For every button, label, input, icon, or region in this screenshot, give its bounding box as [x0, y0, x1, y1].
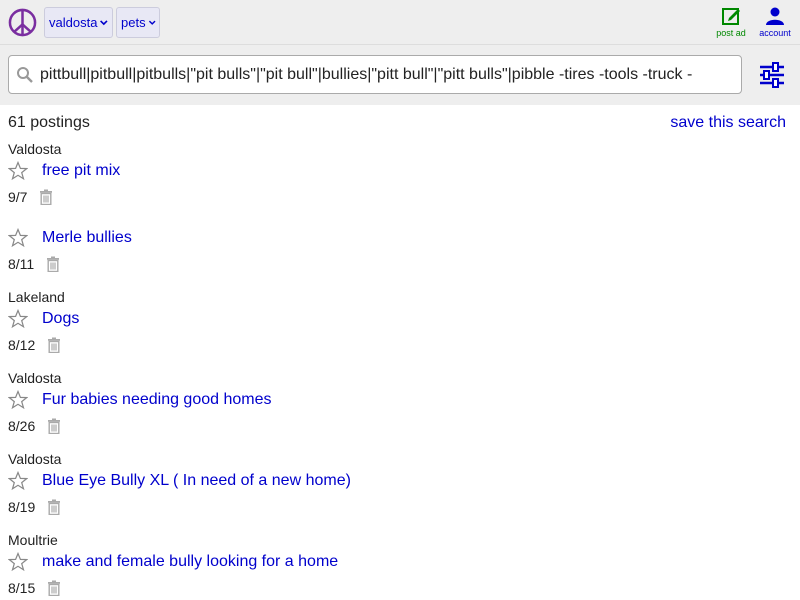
star-icon[interactable] [8, 309, 28, 329]
trash-icon[interactable] [46, 256, 60, 272]
search-bar: pittbull|pitbull|pitbulls|"pit bulls"|"p… [0, 45, 800, 105]
star-icon[interactable] [8, 471, 28, 491]
posting-location: Valdosta [8, 451, 62, 467]
filter-sliders-icon[interactable] [758, 61, 786, 89]
list-item: Valdosta free pit mix 9/7 [8, 141, 788, 205]
star-icon[interactable] [8, 228, 28, 248]
post-ad-button[interactable]: post ad [712, 6, 750, 38]
save-search-link[interactable]: save this search [670, 114, 786, 132]
chevron-down-icon [100, 20, 108, 26]
list-item: Lakeland Dogs 8/12 [8, 289, 788, 353]
trash-icon[interactable] [47, 337, 61, 353]
posting-title-link[interactable]: Dogs [42, 310, 79, 328]
trash-icon[interactable] [47, 499, 61, 515]
list-item: Valdosta Fur babies needing good homes 8… [8, 370, 788, 434]
city-dropdown-label: valdosta [49, 15, 98, 30]
search-input[interactable]: pittbull|pitbull|pitbulls|"pit bulls"|"p… [8, 55, 742, 94]
posting-date: 8/12 [8, 337, 36, 353]
posting-date: 8/26 [8, 418, 36, 434]
posting-location [8, 208, 788, 224]
posting-date: 8/19 [8, 499, 36, 515]
star-icon[interactable] [8, 552, 28, 572]
list-item: Merle bullies 8/11 [8, 208, 788, 272]
posting-title-link[interactable]: Fur babies needing good homes [42, 391, 272, 409]
top-bar: valdosta pets post ad account [0, 0, 800, 45]
posting-date: 9/7 [8, 189, 28, 205]
trash-icon[interactable] [47, 580, 61, 596]
posting-title-link[interactable]: make and female bully looking for a home [42, 553, 338, 571]
posting-location: Moultrie [8, 532, 58, 548]
posting-title-link[interactable]: Merle bullies [42, 229, 132, 247]
list-item: Moultrie make and female bully looking f… [8, 532, 788, 596]
account-button[interactable]: account [754, 6, 796, 38]
posting-location: Valdosta [8, 370, 62, 386]
peace-sign-icon[interactable] [8, 8, 37, 37]
category-dropdown-label: pets [121, 15, 146, 30]
category-dropdown[interactable]: pets [116, 7, 160, 38]
list-item: Valdosta Blue Eye Bully XL ( In need of … [8, 451, 788, 515]
star-icon[interactable] [8, 161, 28, 181]
trash-icon[interactable] [39, 189, 53, 205]
star-icon[interactable] [8, 390, 28, 410]
posting-title-link[interactable]: free pit mix [42, 162, 120, 180]
account-label: account [759, 28, 791, 38]
search-icon [17, 66, 33, 83]
search-query: pittbull|pitbull|pitbulls|"pit bulls"|"p… [40, 65, 693, 83]
results-count: 61 postings [8, 114, 90, 131]
posting-location: Lakeland [8, 289, 65, 305]
posting-title-link[interactable]: Blue Eye Bully XL ( In need of a new hom… [42, 472, 351, 490]
city-dropdown[interactable]: valdosta [44, 7, 113, 38]
chevron-down-icon [148, 20, 156, 25]
posting-date: 8/15 [8, 580, 36, 596]
posting-location: Valdosta [8, 141, 62, 157]
trash-icon[interactable] [47, 418, 61, 434]
user-icon [766, 7, 784, 25]
posting-date: 8/11 [8, 256, 35, 272]
edit-icon [722, 8, 740, 25]
post-ad-label: post ad [716, 28, 746, 38]
